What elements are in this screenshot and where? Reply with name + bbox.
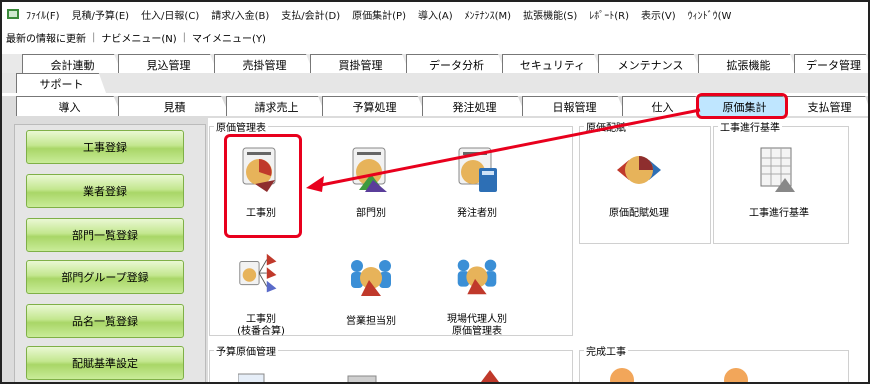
app-window: ﾌｧｲﾙ(F) 見積/予算(E) 仕入/日報(C) 請求/入金(B) 支払/会計…: [0, 0, 870, 384]
menu-estimate[interactable]: 見積/予算(E): [72, 7, 130, 22]
menu-setup[interactable]: 導入(A): [418, 7, 453, 22]
menu-view[interactable]: 表示(V): [641, 7, 676, 22]
partial-icons-row: [238, 370, 499, 382]
menu-maintenance[interactable]: ﾒﾝﾃﾅﾝｽ(M): [465, 7, 511, 22]
tab-security[interactable]: セキュリティ: [502, 54, 602, 74]
group-title: 完成工事: [584, 343, 628, 358]
menu-window[interactable]: ｳｨﾝﾄﾞｳ(W: [688, 7, 732, 22]
tile-label: 営業担当別: [346, 316, 396, 327]
group-title: 原価管理表: [214, 119, 268, 134]
menu-bar: ﾌｧｲﾙ(F) 見積/予算(E) 仕入/日報(C) 請求/入金(B) 支払/会計…: [2, 2, 868, 26]
item-list-button[interactable]: 品名一覧登録: [26, 304, 184, 338]
tab-accounting[interactable]: 会計連動: [22, 54, 122, 74]
sub-toolbar: 最新の情報に更新 | ナビメニュー(N) | マイメニュー(Y): [2, 26, 868, 48]
tile-by-sales-rep[interactable]: 営業担当別: [326, 242, 416, 338]
group-title: 予算原価管理: [214, 343, 278, 358]
tab-prospects[interactable]: 見込管理: [118, 54, 218, 74]
menu-payment[interactable]: 支払/会計(D): [281, 7, 340, 22]
people-report-icon: [351, 260, 391, 296]
spreadsheet-icon: [760, 147, 795, 192]
tab-row-2: サポート: [2, 73, 868, 93]
menu-billing[interactable]: 請求/入金(B): [211, 7, 269, 22]
tile-by-project-branch[interactable]: 工事別 (枝番合算): [216, 242, 306, 338]
tab-payables[interactable]: 買掛管理: [310, 54, 410, 74]
tab-estimate[interactable]: 見積: [118, 96, 230, 116]
tab-row-1: 会計連動 見込管理 売掛管理 買掛管理 データ分析 セキュリティ メンテナンス …: [2, 54, 868, 74]
group-title: 工事進行基準: [718, 119, 782, 134]
nav-menu-link[interactable]: ナビメニュー(N): [101, 30, 176, 45]
tile-label: 工事進行基準: [749, 208, 809, 219]
separator: |: [92, 31, 96, 43]
menu-extensions[interactable]: 拡張機能(S): [523, 7, 577, 22]
tab-support[interactable]: サポート: [16, 73, 106, 93]
department-group-button[interactable]: 部門グループ登録: [26, 260, 184, 294]
menu-cost[interactable]: 原価集計(P): [352, 7, 406, 22]
allocation-settings-button[interactable]: 配賦基準設定: [26, 346, 184, 380]
partial-icons-row: [610, 368, 748, 382]
separator: |: [182, 31, 187, 43]
vendor-register-button[interactable]: 業者登録: [26, 174, 184, 208]
tile-label: 現場代理人別 原価管理表: [447, 314, 507, 337]
tile-by-site-agent[interactable]: 現場代理人別 原価管理表: [432, 242, 522, 338]
tree-report-icon: [239, 253, 277, 293]
tile-label: 工事別 (枝番合算): [237, 314, 285, 337]
tab-receivables[interactable]: 売掛管理: [214, 54, 314, 74]
menu-report[interactable]: ﾚﾎﾟｰﾄ(R): [589, 7, 629, 22]
project-register-button[interactable]: 工事登録: [26, 130, 184, 164]
tile-label: 原価配賦処理: [609, 208, 669, 219]
my-menu-link[interactable]: マイメニュー(Y): [192, 30, 266, 45]
tile-progress-standard[interactable]: 工事進行基準: [734, 134, 824, 230]
tab-extensions[interactable]: 拡張機能: [698, 54, 798, 74]
tab-data-management[interactable]: データ管理: [794, 54, 868, 74]
tab-data-analysis[interactable]: データ分析: [406, 54, 506, 74]
tab-setup[interactable]: 導入: [16, 96, 122, 116]
menu-purchase[interactable]: 仕入/日報(C): [141, 7, 199, 22]
app-icon: [7, 9, 19, 19]
department-list-button[interactable]: 部門一覧登録: [26, 218, 184, 252]
tab-payment-management[interactable]: 支払管理: [786, 96, 868, 116]
tile-label: 発注者別: [457, 208, 497, 219]
tile-label: 部門別: [356, 208, 386, 219]
menu-file[interactable]: ﾌｧｲﾙ(F): [26, 7, 60, 22]
tab-maintenance[interactable]: メンテナンス: [598, 54, 702, 74]
arrow-annotation: [306, 108, 701, 192]
highlight-by-project: [224, 134, 302, 238]
refresh-link[interactable]: 最新の情報に更新: [6, 30, 86, 45]
people-report-icon: [457, 259, 497, 295]
